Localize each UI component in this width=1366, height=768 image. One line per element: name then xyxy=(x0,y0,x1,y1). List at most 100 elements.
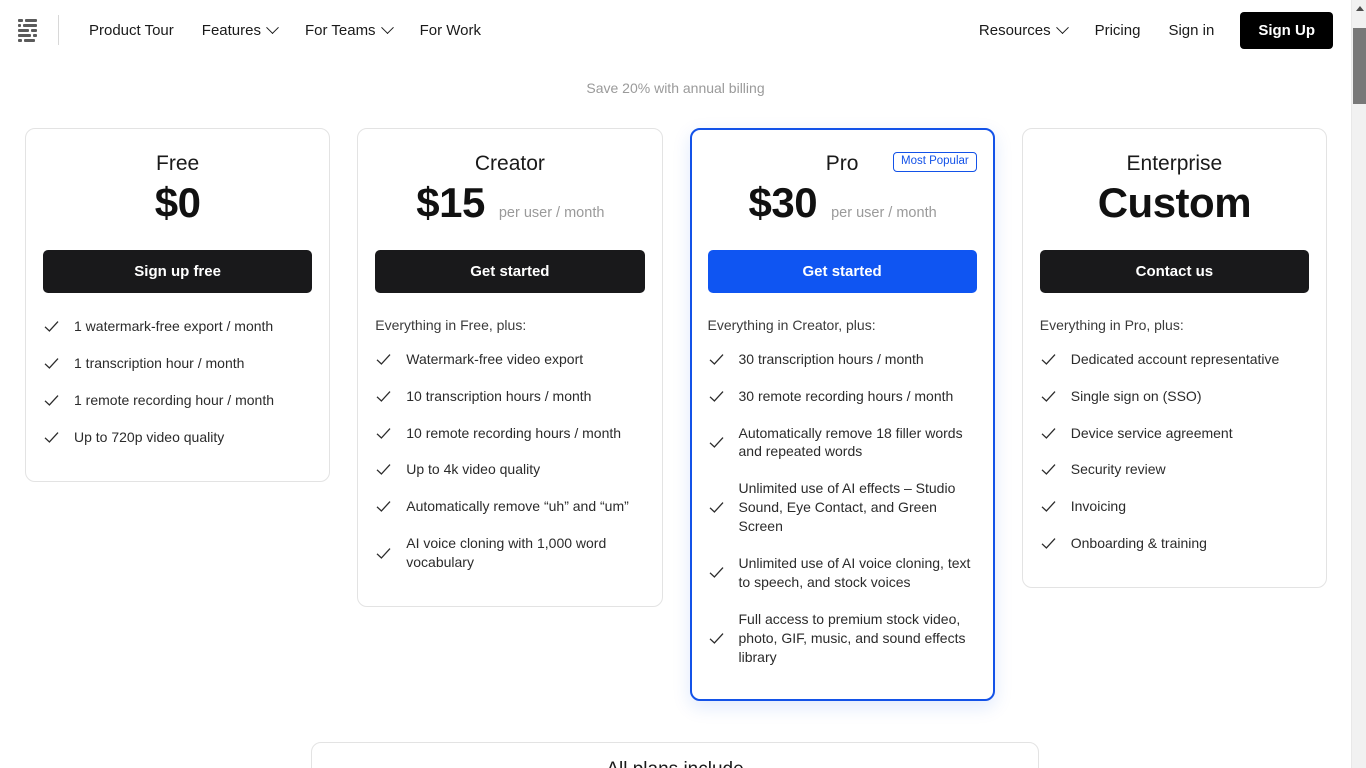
list-item: Dedicated account representative xyxy=(1040,344,1309,375)
check-icon xyxy=(708,630,725,647)
plan-name: Pro xyxy=(825,151,859,175)
list-item: Security review xyxy=(1040,454,1309,485)
check-icon xyxy=(708,499,725,516)
nav-label: Resources xyxy=(978,21,1051,39)
feature-text: Unlimited use of AI effects – Studio Sou… xyxy=(738,480,956,535)
plan-header: Enterprise xyxy=(1040,144,1309,182)
nav-item-for-work[interactable]: For Work xyxy=(406,15,495,46)
check-icon xyxy=(375,351,392,368)
check-icon xyxy=(1040,388,1057,405)
feature-text: Unlimited use of AI voice cloning, text … xyxy=(738,555,971,590)
site-header: Product Tour Features For Teams For Work… xyxy=(0,0,1351,60)
feature-text: Up to 4k video quality xyxy=(406,461,541,478)
plan-header: Free xyxy=(43,144,312,182)
list-item: Device service agreement xyxy=(1040,418,1309,449)
nav-label: Features xyxy=(201,21,261,39)
check-icon xyxy=(1040,425,1057,442)
plan-price: $30 xyxy=(748,179,818,226)
check-icon xyxy=(1040,535,1057,552)
plan-name: Free xyxy=(156,151,200,175)
feature-text: Security review xyxy=(1070,461,1166,478)
descript-logo-icon xyxy=(18,18,40,42)
list-item: Unlimited use of AI voice cloning, text … xyxy=(708,548,977,598)
list-item: Watermark-free video export xyxy=(375,344,644,375)
check-icon xyxy=(375,425,392,442)
pricing-card-pro: Pro Most Popular $30 per user / month Ge… xyxy=(689,128,995,702)
list-item: Automatically remove “uh” and “um” xyxy=(375,491,644,522)
price-row: Custom xyxy=(1040,182,1309,240)
feature-list: Dedicated account representative Single … xyxy=(1040,344,1309,559)
check-icon xyxy=(43,392,60,409)
feature-text: Onboarding & training xyxy=(1070,535,1207,552)
status-badge-most-popular: Most Popular xyxy=(892,152,977,172)
feature-text: Dedicated account representative xyxy=(1070,350,1280,367)
cta-button-free[interactable]: Sign up free xyxy=(43,250,313,293)
nav-label: Pricing xyxy=(1094,21,1141,39)
primary-nav: Product Tour Features For Teams For Work xyxy=(81,15,495,46)
plan-header: Creator xyxy=(375,144,644,182)
list-item: Onboarding & training xyxy=(1040,528,1309,559)
check-icon xyxy=(708,351,725,368)
check-icon xyxy=(375,498,392,515)
cta-button-enterprise[interactable]: Contact us xyxy=(1039,250,1309,293)
plan-price: Custom xyxy=(1097,179,1252,226)
cta-button-creator[interactable]: Get started xyxy=(375,250,645,293)
pricing-card-free: Free $0 Sign up free 1 watermark-free ex… xyxy=(25,128,331,482)
nav-item-product-tour[interactable]: Product Tour xyxy=(81,15,188,46)
feature-text: 1 watermark-free export / month xyxy=(74,318,274,334)
feature-text: Single sign on (SSO) xyxy=(1070,387,1202,404)
cta-button-pro[interactable]: Get started xyxy=(707,250,977,293)
list-item: Up to 720p video quality xyxy=(43,422,312,453)
chevron-down-icon xyxy=(266,20,279,34)
check-icon xyxy=(43,355,60,372)
feature-text: 1 remote recording hour / month xyxy=(74,391,274,408)
pricing-card-creator: Creator $15 per user / month Get started… xyxy=(357,128,663,608)
scroll-up-arrow-icon[interactable] xyxy=(1352,0,1366,17)
feature-text: 30 remote recording hours / month xyxy=(738,387,954,404)
plan-intro-line: Everything in Pro, plus: xyxy=(1039,317,1184,333)
feature-list: Watermark-free video export 10 transcrip… xyxy=(375,344,644,578)
sign-up-button[interactable]: Sign Up xyxy=(1240,11,1333,49)
all-plans-include-card: All plans include xyxy=(311,742,1039,768)
vertical-scrollbar[interactable] xyxy=(1351,0,1366,768)
price-row: $0 xyxy=(43,182,312,240)
pricing-grid: Free $0 Sign up free 1 watermark-free ex… xyxy=(25,128,1327,702)
list-item: 1 remote recording hour / month xyxy=(43,385,312,416)
price-row: $15 per user / month xyxy=(375,182,644,240)
header-divider xyxy=(58,15,59,45)
list-item: 10 transcription hours / month xyxy=(375,381,644,412)
annual-billing-note: Save 20% with annual billing xyxy=(586,80,765,96)
feature-text: Full access to premium stock video, phot… xyxy=(738,610,966,665)
list-item: 1 watermark-free export / month xyxy=(43,311,312,342)
feature-text: Up to 720p video quality xyxy=(74,428,225,445)
list-item: Full access to premium stock video, phot… xyxy=(708,604,977,673)
nav-item-pricing[interactable]: Pricing xyxy=(1081,15,1155,46)
feature-text: AI voice cloning with 1,000 word vocabul… xyxy=(406,535,607,571)
list-item: 1 transcription hour / month xyxy=(43,348,312,379)
plan-name: Enterprise xyxy=(1126,151,1223,175)
feature-text: Automatically remove “uh” and “um” xyxy=(406,498,629,515)
check-icon xyxy=(375,545,392,562)
nav-item-sign-in[interactable]: Sign in xyxy=(1154,15,1228,46)
plan-price-unit: per user / month xyxy=(831,205,937,221)
page-root: Product Tour Features For Teams For Work… xyxy=(0,0,1366,768)
list-item: 10 remote recording hours / month xyxy=(375,418,644,449)
plan-price-unit: per user / month xyxy=(498,205,605,221)
plan-price: $0 xyxy=(154,179,201,226)
nav-item-features[interactable]: Features xyxy=(188,15,291,46)
feature-list: 30 transcription hours / month 30 remote… xyxy=(708,344,977,673)
plan-intro-line: Everything in Free, plus: xyxy=(375,317,527,333)
brand-logo[interactable] xyxy=(12,0,59,60)
plan-header: Pro Most Popular xyxy=(708,144,977,182)
feature-text: 30 transcription hours / month xyxy=(738,350,924,367)
feature-text: Device service agreement xyxy=(1070,424,1233,441)
feature-text: 10 transcription hours / month xyxy=(406,387,592,404)
nav-item-resources[interactable]: Resources xyxy=(971,15,1081,46)
list-item: Up to 4k video quality xyxy=(375,454,644,485)
feature-text: 10 remote recording hours / month xyxy=(406,424,622,441)
secondary-nav: Resources Pricing Sign in Sign Up xyxy=(971,11,1333,49)
nav-item-for-teams[interactable]: For Teams xyxy=(291,15,406,46)
scrollbar-thumb[interactable] xyxy=(1353,28,1366,104)
list-item: AI voice cloning with 1,000 word vocabul… xyxy=(375,528,644,578)
feature-text: Automatically remove 18 filler words and… xyxy=(738,424,963,460)
